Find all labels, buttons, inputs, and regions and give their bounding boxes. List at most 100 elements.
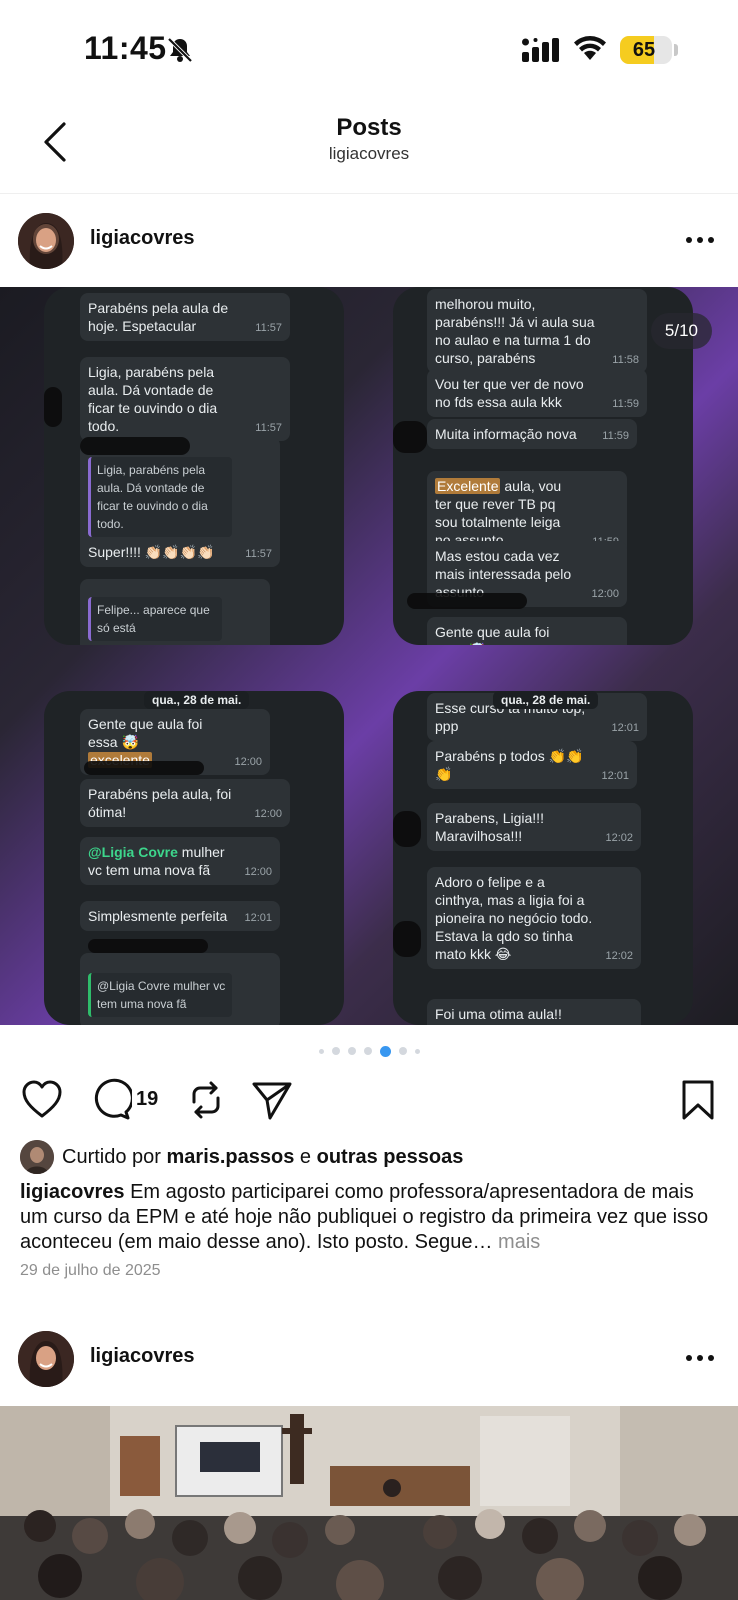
post-actions: 19 <box>0 1072 738 1124</box>
comment-icon[interactable] <box>88 1078 132 1122</box>
share-send-icon[interactable] <box>250 1078 294 1122</box>
chat-message: Simplesmente perfeita 12:01 <box>80 901 280 931</box>
chat-message: Muita informação nova 11:59 <box>427 419 637 449</box>
bookmark-icon[interactable] <box>676 1078 720 1122</box>
redaction <box>393 811 421 847</box>
quoted-message: @Ligia Covre mulher vc tem uma nova fã <box>88 973 232 1017</box>
chat-message: Vou ter que ver de novo no fds essa aula… <box>427 369 647 417</box>
carousel-dot <box>318 1048 324 1054</box>
page-header: Posts ligiacovres <box>0 100 738 194</box>
message-time: 11:59 <box>602 430 629 442</box>
message-text: Parabéns pela aula, foi ótima! <box>88 786 232 820</box>
message-text: Gente que aula foi essa 🤯 <box>435 624 550 645</box>
chat-message: Ligia, parabéns pela aula. Dá vontade de… <box>80 437 280 567</box>
post-header: ligiacovres <box>0 1313 738 1403</box>
post-header: ligiacovres <box>0 195 738 285</box>
carousel-dot <box>347 1047 356 1055</box>
cellular-signal-icon <box>522 38 559 62</box>
message-text: Foi uma otima aula!! adorei. <box>435 1006 562 1025</box>
mention: @Ligia Covre <box>88 844 178 860</box>
caption-username[interactable]: ligiacovres <box>20 1181 125 1203</box>
post-photo[interactable] <box>0 1406 738 1600</box>
chat-message: Parabéns p todos 👏👏👏 12:01 <box>427 741 637 789</box>
chat-message: Parabéns pela aula, foi ótima! 12:00 <box>80 779 290 827</box>
more-options-icon[interactable] <box>682 1343 718 1373</box>
classroom-photo <box>0 1406 738 1600</box>
message-time: 12:00 <box>234 756 262 768</box>
redaction <box>393 921 421 957</box>
chat-message: Foi uma otima aula!! adorei. <box>427 999 641 1025</box>
message-text: Parabéns pela aula de hoje. Espetacular <box>88 300 229 334</box>
message-text: melhorou muito, parabéns!!! Já vi aula s… <box>435 296 595 366</box>
battery-indicator: 65 <box>620 36 672 64</box>
message-time: 11:57 <box>255 322 282 334</box>
redaction <box>44 387 62 427</box>
post-date: 29 de julho de 2025 <box>20 1262 161 1279</box>
date-chip: qua., 28 de mai. <box>493 691 599 709</box>
chat-message: Ligia, parabéns pela aula. Dá vontade de… <box>80 357 290 441</box>
post-username[interactable]: ligiacovres <box>90 1345 195 1368</box>
likes-summary[interactable]: Curtido por maris.passos e outras pessoa… <box>20 1140 718 1176</box>
caption-more-link[interactable]: mais <box>498 1231 540 1253</box>
carousel-dot-active <box>379 1045 391 1057</box>
highlighted-word: Excelente <box>435 478 501 494</box>
more-options-icon[interactable] <box>682 225 718 255</box>
avatar[interactable] <box>18 1331 74 1387</box>
chat-message: melhorou muito, parabéns!!! Já vi aula s… <box>427 289 647 373</box>
chat-message: Felipe... aparece que só está <box>80 579 270 645</box>
message-time: 12:01 <box>601 770 629 782</box>
message-time: 12:00 <box>244 866 272 878</box>
page-title: Posts <box>336 114 402 141</box>
chat-message: Parabéns pela aula de hoje. Espetacular … <box>80 293 290 341</box>
battery-nub <box>674 44 678 56</box>
comment-count: 19 <box>136 1088 159 1110</box>
carousel-dot <box>363 1047 372 1055</box>
message-text: Muita informação nova <box>435 426 577 442</box>
message-text: Gente que aula foi essa 🤯 <box>88 716 203 750</box>
message-time: 12:02 <box>605 832 633 844</box>
likes-others[interactable]: outras pessoas <box>317 1146 464 1168</box>
redaction <box>88 939 208 953</box>
redaction <box>84 761 204 775</box>
message-text: Ligia, parabéns pela aula. Dá vontade de… <box>88 364 218 434</box>
liker-avatar <box>20 1140 54 1174</box>
chat-screenshot-3: qua., 28 de mai. Gente que aula foi essa… <box>44 691 344 1025</box>
message-time: 12:00 <box>254 808 282 820</box>
carousel-dot <box>414 1048 420 1054</box>
carousel-dot <box>331 1047 340 1055</box>
page-subtitle: ligiacovres <box>328 144 410 163</box>
chat-message: @Ligia Covre mulher vc tem uma nova fã 1… <box>80 837 280 885</box>
wifi-icon <box>574 36 606 60</box>
message-text: Vou ter que ver de novo no fds essa aula… <box>435 376 584 410</box>
redaction <box>407 593 527 609</box>
chat-screenshot-2: melhorou muito, parabéns!!! Já vi aula s… <box>393 287 693 645</box>
post-username[interactable]: ligiacovres <box>90 227 195 250</box>
message-time: 11:59 <box>612 398 639 410</box>
quoted-message: Felipe... aparece que só está <box>88 597 222 641</box>
chat-message: Adoro o felipe e a cinthya, mas a ligia … <box>427 867 641 969</box>
chat-message: Gente que aula foi essa 🤯 <box>427 617 627 645</box>
avatar[interactable] <box>18 213 74 269</box>
chat-message: @Ligia Covre mulher vc tem uma nova fã <box>80 953 280 1025</box>
message-text: Simplesmente perfeita <box>88 908 228 924</box>
redaction <box>80 437 190 455</box>
carousel-dot <box>398 1047 407 1055</box>
message-text: Parabens, Ligia!!! Maravilhosa!!! <box>435 810 544 844</box>
heart-icon[interactable] <box>20 1078 64 1122</box>
message-time: 12:01 <box>244 912 272 924</box>
message-time: 12:01 <box>611 722 639 734</box>
carousel-counter: 5/10 <box>650 313 712 349</box>
message-text: Adoro o felipe e a cinthya, mas a ligia … <box>435 874 593 962</box>
battery-percent: 65 <box>632 39 656 61</box>
avatar-image <box>18 1331 74 1387</box>
post-carousel-image[interactable]: Parabéns pela aula de hoje. Espetacular … <box>0 287 738 1025</box>
likes-prefix: Curtido por <box>62 1146 167 1168</box>
likes-mid: e <box>294 1146 317 1168</box>
carousel-dots <box>0 1044 738 1058</box>
repost-icon[interactable] <box>184 1078 228 1122</box>
liker-avatar-image <box>20 1140 54 1174</box>
message-text: Parabéns p todos 👏👏👏 <box>435 748 584 782</box>
likes-text: Curtido por maris.passos e outras pessoa… <box>62 1146 463 1169</box>
liker-username[interactable]: maris.passos <box>167 1146 295 1168</box>
status-bar: 11:45 65 <box>0 0 738 100</box>
